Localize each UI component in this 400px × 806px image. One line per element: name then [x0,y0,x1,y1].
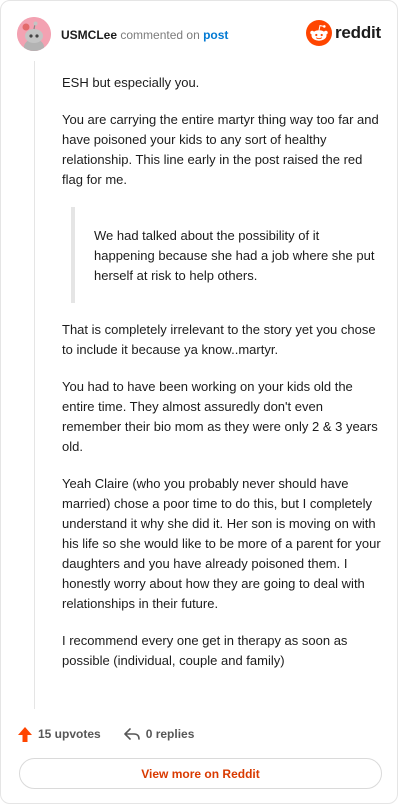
username-link[interactable]: USMCLee [61,28,117,42]
comment-paragraph-6: I recommend every one get in therapy as … [62,633,348,668]
reddit-wordmark: reddit [334,23,381,42]
snoo-avatar-icon [17,17,51,51]
reddit-snoo-icon [305,20,332,46]
upvote-button[interactable]: 15 upvotes [17,726,101,743]
comment-paragraph-2: You are carrying the entire martyr thing… [62,112,379,187]
blockquote-text: We had talked about the possibility of i… [94,228,375,283]
user-avatar[interactable] [17,17,51,51]
comment-paragraph-3: That is completely irrelevant to the sto… [62,322,376,357]
comment-paragraph-1: ESH but especially you. [62,75,200,90]
comment-paragraph-4: You had to have been working on your kid… [62,379,378,454]
reply-arrow-icon [123,728,140,740]
reddit-logo[interactable]: reddit [305,19,381,47]
thread-line [34,61,35,709]
comment-body: ESH but especially you. You are carrying… [62,73,382,688]
comment-card: USMCLee commented on post reddit ESH but… [0,0,398,804]
reply-button[interactable]: 0 replies [123,726,195,742]
comment-footer: 15 upvotes 0 replies [17,723,194,745]
comment-header: USMCLee commented on post reddit [17,17,381,53]
action-text: commented on [120,28,200,42]
comment-paragraph-5: Yeah Claire (who you probably never shou… [62,476,381,611]
upvote-count: 15 upvotes [38,727,101,741]
comment-meta: USMCLee commented on post [61,27,228,43]
upvote-arrow-icon [18,726,32,742]
post-link[interactable]: post [203,28,228,42]
view-more-button[interactable]: View more on Reddit [19,758,382,789]
reply-count: 0 replies [145,727,195,741]
comment-blockquote: We had talked about the possibility of i… [71,207,382,303]
